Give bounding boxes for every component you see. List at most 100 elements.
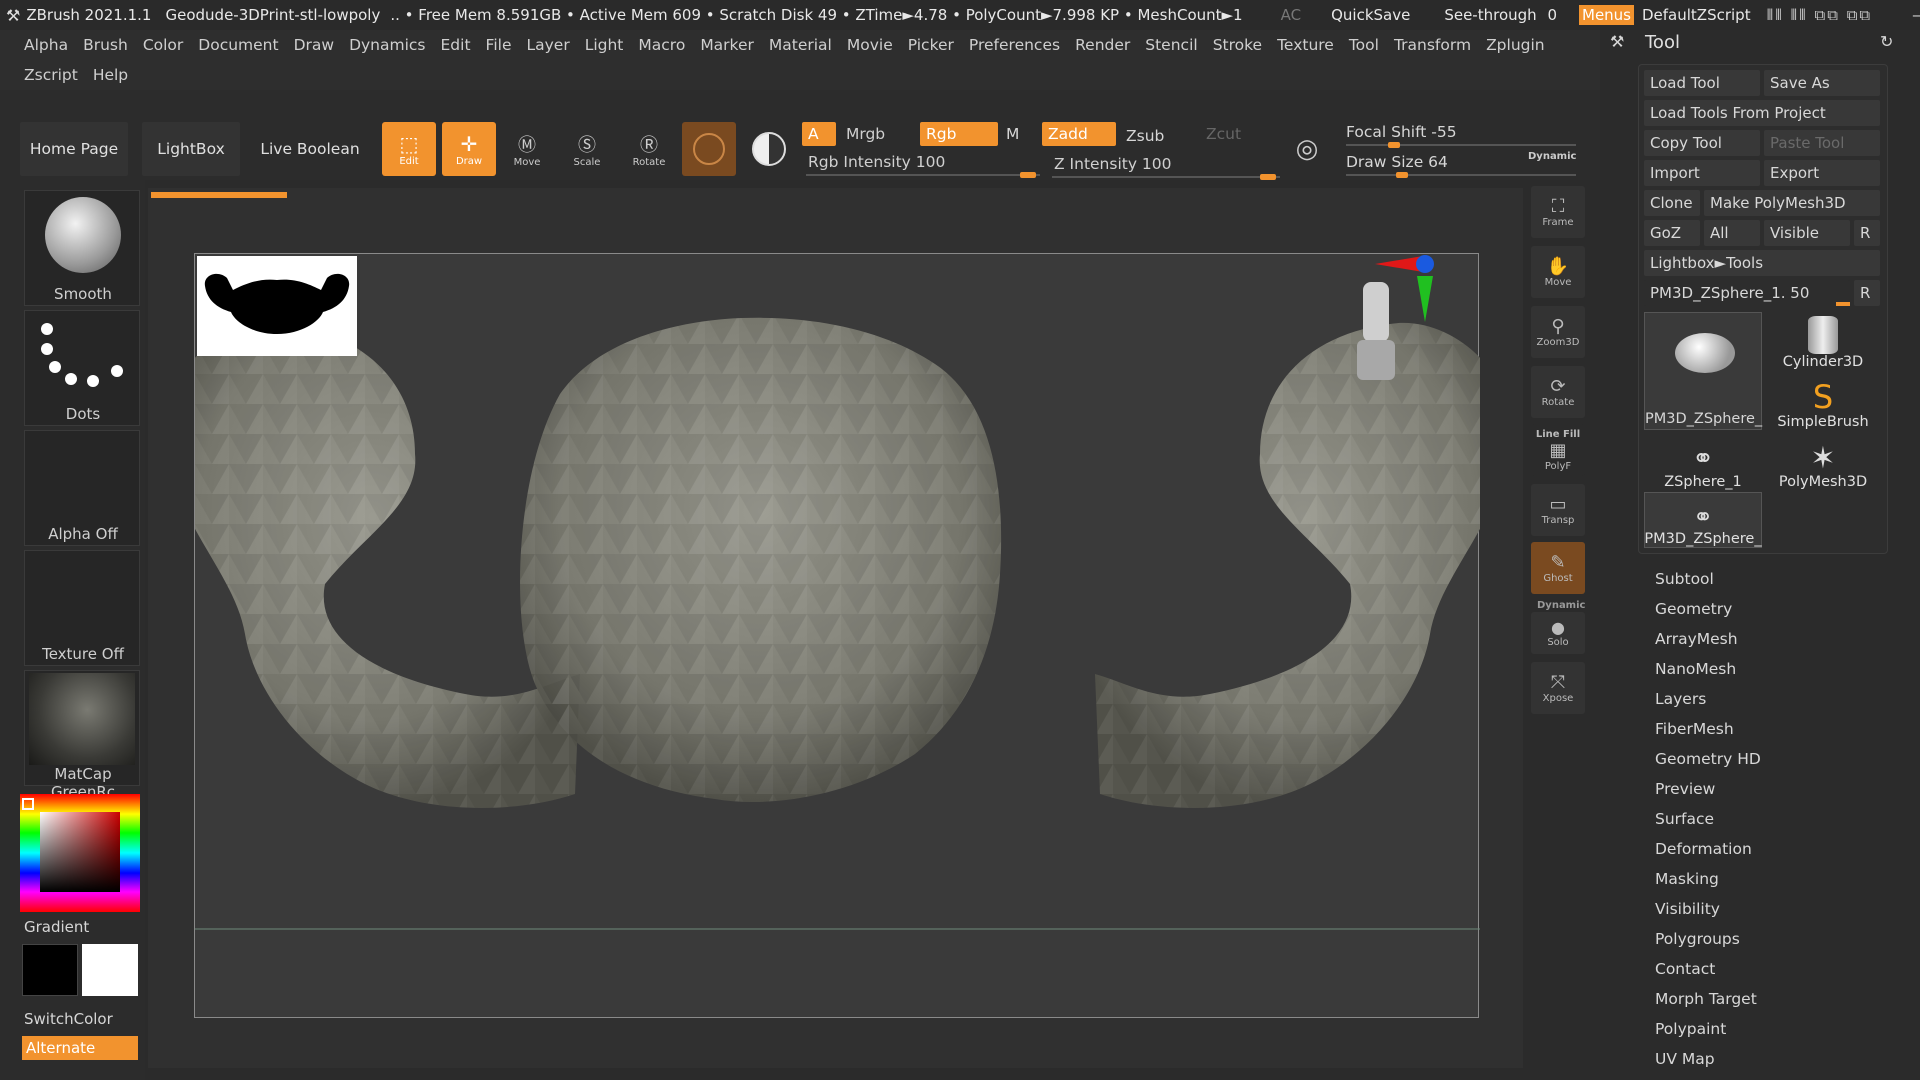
menu-zscript[interactable]: Zscript [18,60,87,90]
menu-color[interactable]: Color [137,30,192,60]
rgb-toggle[interactable]: Rgb [920,122,998,146]
main-color-swatch[interactable] [22,944,78,996]
menu-file[interactable]: File [480,30,521,60]
alternate-button[interactable]: Alternate [22,1036,138,1060]
zadd-toggle[interactable]: Zadd [1042,122,1116,146]
section-polypaint[interactable]: Polypaint [1655,1020,1726,1038]
rgb-intensity-slider[interactable]: Rgb Intensity 100 [802,150,1032,174]
mrgb-toggle[interactable]: Mrgb [840,122,920,146]
menu-movie[interactable]: Movie [841,30,902,60]
menu-edit[interactable]: Edit [435,30,480,60]
menu-alpha[interactable]: Alpha [18,30,77,60]
brush-selector[interactable]: Smooth [24,190,140,306]
secondary-color-swatch[interactable] [82,944,138,996]
export-button[interactable]: Export [1764,160,1880,186]
draw-size-slider[interactable]: Draw Size 64 [1340,150,1520,174]
scale-mode-button[interactable]: Ⓢ Scale [560,122,614,176]
switchcolor-button[interactable]: SwitchColor [24,1010,113,1028]
move-mode-button[interactable]: Ⓜ Move [500,122,554,176]
minimize-icon[interactable]: — [1912,6,1920,24]
section-surface[interactable]: Surface [1655,810,1714,828]
section-uv-map[interactable]: UV Map [1655,1050,1715,1068]
menu-transform[interactable]: Transform [1388,30,1480,60]
document-canvas[interactable] [194,253,1480,1018]
lightbox-button[interactable]: LightBox [142,122,240,176]
rotate-mode-button[interactable]: Ⓡ Rotate [622,122,676,176]
save-as-button[interactable]: Save As [1764,70,1880,96]
palette-refresh-icon[interactable]: ↻ [1880,32,1893,51]
load-tools-from-project-button[interactable]: Load Tools From Project [1644,100,1880,126]
menu-dynamics[interactable]: Dynamics [343,30,434,60]
copy-tool-button[interactable]: Copy Tool [1644,130,1760,156]
tool-thumb-pm3d-zsphere-2[interactable]: ⚭ PM3D_ZSphere_ [1644,492,1762,548]
menu-material[interactable]: Material [763,30,841,60]
focal-shift-slider[interactable]: Focal Shift -55 [1340,120,1560,144]
section-nanomesh[interactable]: NanoMesh [1655,660,1736,678]
section-fibermesh[interactable]: FiberMesh [1655,720,1734,738]
menu-light[interactable]: Light [579,30,633,60]
z-intensity-knob[interactable] [1260,174,1276,180]
transp-button[interactable]: ▭ Transp [1531,484,1585,536]
material-selector[interactable]: MatCap GreenRc [24,670,140,801]
section-morph-target[interactable]: Morph Target [1655,990,1757,1008]
paste-tool-button[interactable]: Paste Tool [1764,130,1880,156]
menu-help[interactable]: Help [87,60,137,90]
import-button[interactable]: Import [1644,160,1760,186]
ac-button[interactable]: AC [1281,6,1301,24]
draw-size-knob[interactable] [1396,172,1408,178]
section-subtool[interactable]: Subtool [1655,570,1714,588]
current-tool-slider[interactable]: PM3D_ZSphere_1. 50 [1644,280,1850,306]
section-preview[interactable]: Preview [1655,780,1715,798]
menus-button[interactable]: Menus [1579,5,1634,25]
zoom3d-button[interactable]: ⚲ Zoom3D [1531,306,1585,358]
move-view-button[interactable]: ✋ Move [1531,246,1585,298]
menu-macro[interactable]: Macro [632,30,694,60]
tool-r-button[interactable]: R [1854,280,1880,306]
menu-texture[interactable]: Texture [1271,30,1343,60]
stroke-selector[interactable]: Dots [24,310,140,426]
menu-preferences[interactable]: Preferences [963,30,1069,60]
a-toggle[interactable]: A [802,122,836,146]
draw-mode-button[interactable]: ✛ Draw [442,122,496,176]
see-through-slider[interactable]: See-through 0 [1444,6,1557,24]
zsub-toggle[interactable]: Zsub [1120,124,1190,148]
menu-layer[interactable]: Layer [520,30,578,60]
menu-render[interactable]: Render [1069,30,1139,60]
section-layers[interactable]: Layers [1655,690,1706,708]
goz-r-button[interactable]: R [1854,220,1880,246]
goz-all-button[interactable]: All [1704,220,1760,246]
gizmo-toggle-button[interactable] [742,122,796,176]
section-visibility[interactable]: Visibility [1655,900,1720,918]
tool-thumb-polymesh3d[interactable]: ✶ PolyMesh3D [1764,432,1882,491]
lightbox-tools-button[interactable]: Lightbox►Tools [1644,250,1880,276]
line-fill-button[interactable]: Line Fill ▦ PolyF [1531,424,1585,476]
current-tool-slider-knob[interactable] [1836,302,1850,306]
tool-thumb-pm3d-zsphere[interactable]: PM3D_ZSphere_ [1644,312,1762,430]
material-sphere-button[interactable] [682,122,736,176]
menu-tool[interactable]: Tool [1343,30,1388,60]
focal-shift-knob[interactable] [1388,142,1400,148]
load-tool-button[interactable]: Load Tool [1644,70,1760,96]
section-contact[interactable]: Contact [1655,960,1715,978]
tool-thumb-cylinder3d[interactable]: Cylinder3D [1764,312,1882,370]
solo-button[interactable]: ● Solo [1531,612,1585,654]
xpose-button[interactable]: ⤧ Xpose [1531,662,1585,714]
section-geometry[interactable]: Geometry [1655,600,1732,618]
stroke-settings-button[interactable]: ◎ [1284,122,1330,176]
menu-brush[interactable]: Brush [77,30,137,60]
make-polymesh3d-button[interactable]: Make PolyMesh3D [1704,190,1880,216]
quicksave-button[interactable]: QuickSave [1331,6,1410,24]
rotate-view-button[interactable]: ⟳ Rotate [1531,366,1585,418]
tool-thumb-simplebrush[interactable]: S SimpleBrush [1764,372,1882,430]
edit-mode-button[interactable]: ⬚ Edit [382,122,436,176]
texture-selector[interactable]: Texture Off [24,550,140,666]
menu-zplugin[interactable]: Zplugin [1480,30,1554,60]
m-toggle[interactable]: M [1000,122,1030,146]
color-picker[interactable] [20,794,140,912]
menu-stroke[interactable]: Stroke [1207,30,1271,60]
menu-draw[interactable]: Draw [288,30,343,60]
goz-button[interactable]: GoZ [1644,220,1700,246]
section-deformation[interactable]: Deformation [1655,840,1752,858]
clone-button[interactable]: Clone [1644,190,1700,216]
layout-icons[interactable]: ⦀⦀ ⦀⦀ ⧉⧉ ⧉⧉ [1767,6,1873,24]
